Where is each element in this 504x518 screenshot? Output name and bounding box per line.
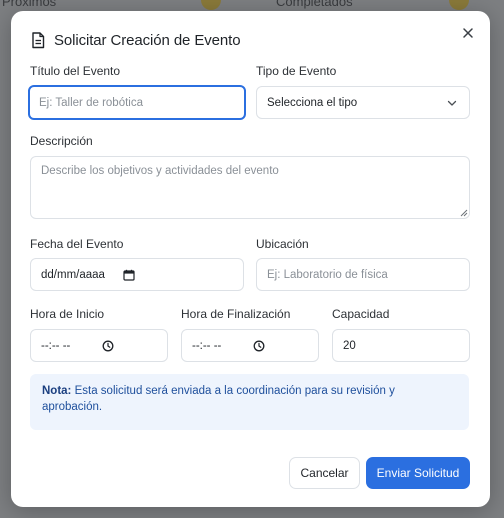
chevron-down-icon [447,100,457,106]
type-label: Tipo de Evento [256,64,337,78]
info-note: Nota: Esta solicitud será enviada a la c… [30,374,469,430]
clock-icon[interactable] [102,340,114,352]
event-type-select[interactable]: Selecciona el tipo [256,86,470,119]
start-time-input[interactable]: --:-- -- [30,329,168,362]
start-time-value: --:-- -- [41,339,71,352]
resize-grip-icon[interactable] [460,209,468,217]
clock-icon[interactable] [253,340,265,352]
title-label: Título del Evento [30,64,121,78]
background-label-right: Completados [276,0,353,9]
background-icon-right [449,0,469,10]
location-label: Ubicación [256,237,309,251]
note-text: Esta solicitud será enviada a la coordin… [42,385,395,413]
dialog-title: Solicitar Creación de Evento [54,31,241,49]
background-icon-left [201,0,221,10]
event-title-input[interactable] [28,85,246,120]
end-time-label: Hora de Finalización [181,307,291,321]
event-location-input[interactable] [256,258,470,291]
note-prefix: Nota: [42,385,72,397]
description-textarea[interactable] [30,156,470,219]
document-icon [32,31,45,48]
start-time-label: Hora de Inicio [30,307,105,321]
dialog-header: Solicitar Creación de Evento [31,30,241,50]
description-wrapper [30,156,470,219]
event-type-selected: Selecciona el tipo [267,96,358,109]
background-label-left: Próximos [2,0,57,9]
description-label: Descripción [30,134,93,148]
cancel-button[interactable]: Cancelar [289,457,360,489]
date-label: Fecha del Evento [30,237,124,251]
calendar-icon[interactable] [123,269,135,281]
capacity-label: Capacidad [332,307,390,321]
create-event-dialog: Solicitar Creación de Evento Título del … [11,11,490,507]
event-date-value: dd/mm/aaaa [41,268,105,281]
close-icon[interactable] [460,25,476,41]
end-time-value: --:-- -- [192,339,222,352]
capacity-input[interactable]: 20 [332,329,470,362]
submit-request-button[interactable]: Enviar Solicitud [366,457,470,489]
end-time-input[interactable]: --:-- -- [181,329,319,362]
capacity-value: 20 [343,339,356,352]
event-date-input[interactable]: dd/mm/aaaa [30,258,244,291]
